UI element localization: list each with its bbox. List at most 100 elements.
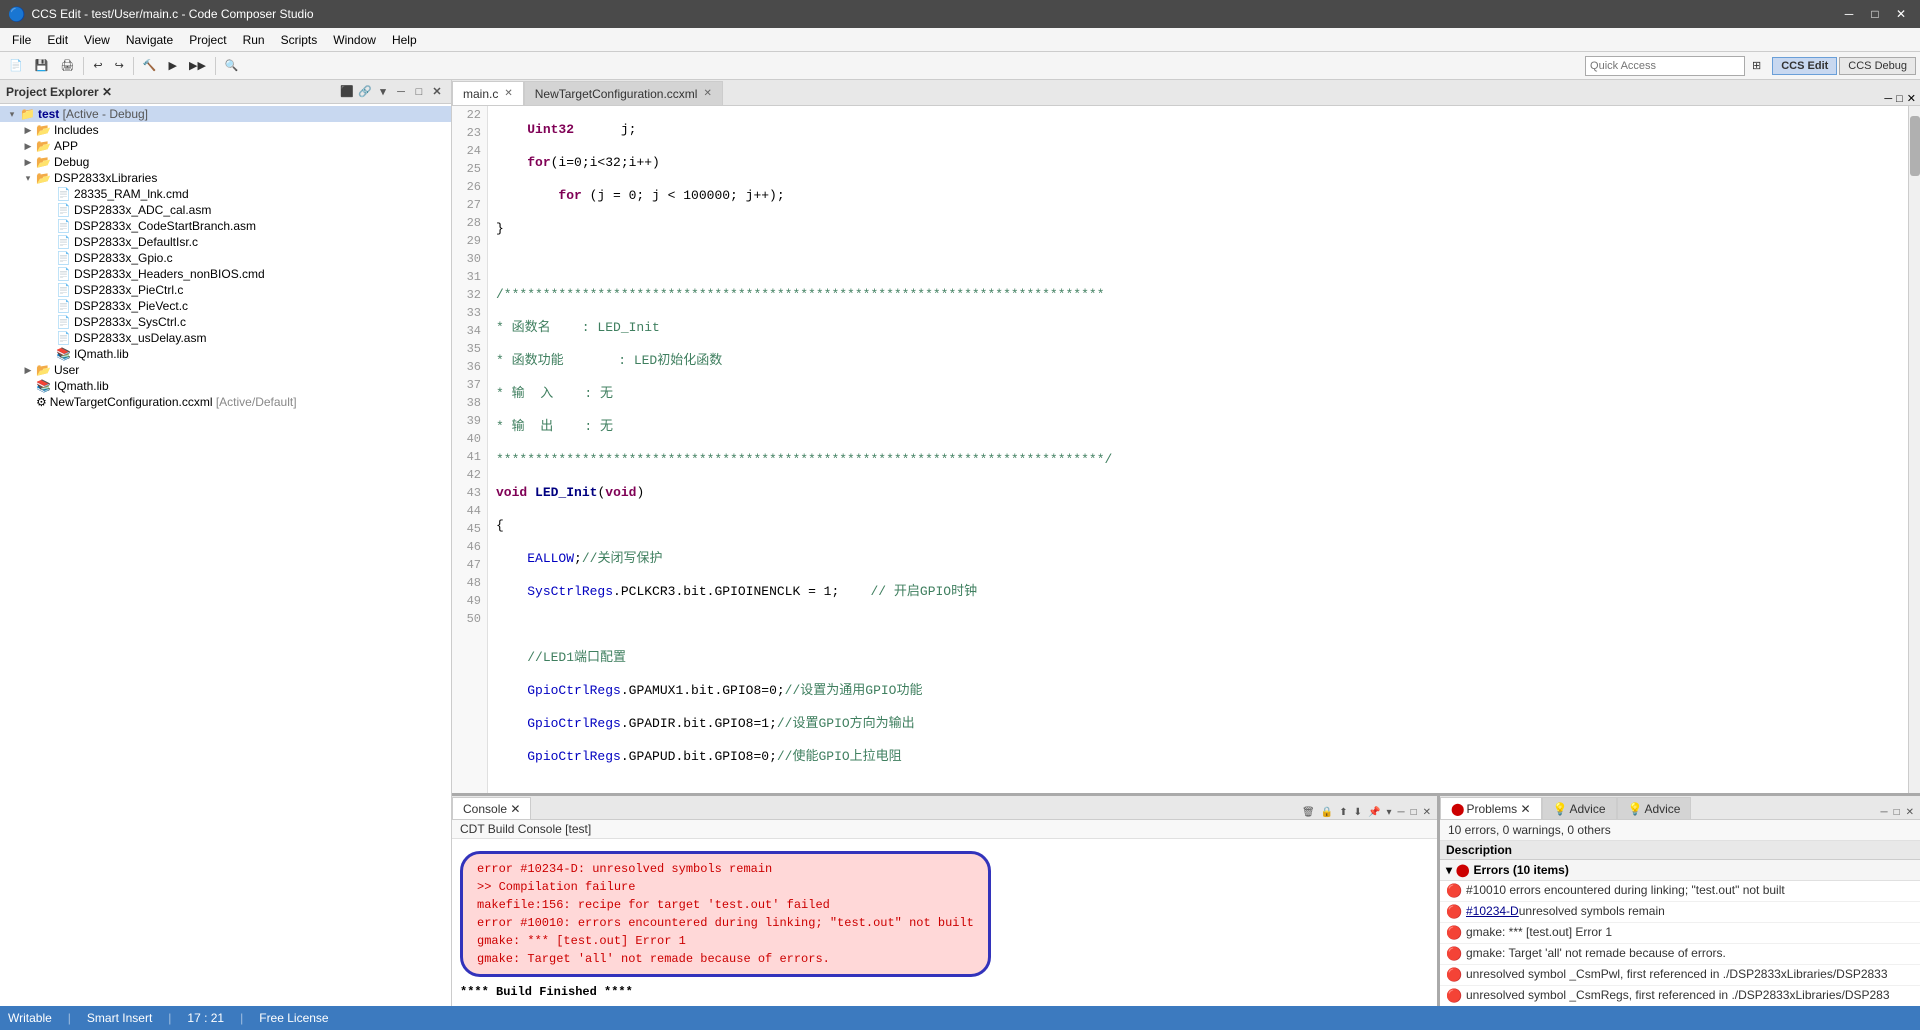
tab-mainc-close[interactable]: ✕ — [504, 88, 512, 99]
errors-group[interactable]: ▾ ⬤ Errors (10 items) — [1440, 860, 1920, 881]
tree-item-newtarget[interactable]: ⚙ NewTargetConfiguration.ccxml [Active/D… — [0, 394, 451, 410]
tree-item-headers[interactable]: 📄 DSP2833x_Headers_nonBIOS.cmd — [0, 266, 451, 282]
menu-help[interactable]: Help — [384, 31, 425, 49]
run-button[interactable]: ▶▶ — [184, 56, 211, 75]
editor-minimize-button[interactable]: ─ — [1884, 93, 1892, 105]
console-error-5: gmake: *** [test.out] Error 1 — [477, 932, 974, 950]
problems-close-button[interactable]: ✕ — [1904, 806, 1916, 819]
tree-item-gpio[interactable]: 📄 DSP2833x_Gpio.c — [0, 250, 451, 266]
prob-link-10234[interactable]: #10234-D — [1466, 904, 1519, 918]
editor-close-button[interactable]: ✕ — [1907, 92, 1916, 105]
maximize-button[interactable]: □ — [1864, 5, 1886, 23]
tree-item-iqmath-sub[interactable]: 📚 IQmath.lib — [0, 346, 451, 362]
editor-maximize-button[interactable]: □ — [1896, 93, 1903, 105]
menu-view[interactable]: View — [76, 31, 118, 49]
link-editor-button[interactable]: 🔗 — [357, 84, 373, 100]
tree-toggle-dsplib[interactable]: ▾ — [20, 173, 36, 184]
grid-view-button[interactable]: ⊞ — [1747, 56, 1766, 75]
save-button[interactable]: 💾 — [30, 56, 54, 75]
tree-toggle-root[interactable]: ▾ — [4, 109, 20, 120]
tree-item-28335ram[interactable]: 📄 28335_RAM_lnk.cmd — [0, 186, 451, 202]
prob-item-1[interactable]: 🔴 #10010 errors encountered during linki… — [1440, 881, 1920, 902]
problems-tab[interactable]: ⬤ Problems ✕ — [1440, 797, 1542, 819]
code-content[interactable]: Uint32 j; for(i=0;i<32;i++) for (j = 0; … — [488, 106, 1908, 793]
panel-menu-button[interactable]: ▾ — [375, 84, 391, 100]
redo-button[interactable]: ↪ — [110, 56, 129, 75]
menu-scripts[interactable]: Scripts — [273, 31, 326, 49]
build-button[interactable]: 🔨 — [138, 56, 162, 75]
menu-bar: File Edit View Navigate Project Run Scri… — [0, 28, 1920, 52]
tree-item-pievect[interactable]: 📄 DSP2833x_PieVect.c — [0, 298, 451, 314]
errors-group-toggle[interactable]: ▾ — [1446, 863, 1452, 877]
tree-item-piectrl[interactable]: 📄 DSP2833x_PieCtrl.c — [0, 282, 451, 298]
tree-root-test[interactable]: ▾ 📁 test [Active - Debug] — [0, 106, 451, 122]
console-close-button[interactable]: ✕ — [1421, 806, 1433, 819]
console-scroll-lock-button[interactable]: 🔒 — [1319, 806, 1335, 819]
prob-item-4[interactable]: 🔴 gmake: Target 'all' not remade because… — [1440, 944, 1920, 965]
console-tab[interactable]: Console ✕ — [452, 797, 531, 819]
panel-maximize-button[interactable]: □ — [411, 84, 427, 100]
panel-close-button[interactable]: ✕ — [429, 84, 445, 100]
console-scroll-down-button[interactable]: ⬇ — [1352, 806, 1364, 819]
tree-item-adc[interactable]: 📄 DSP2833x_ADC_cal.asm — [0, 202, 451, 218]
menu-edit[interactable]: Edit — [39, 31, 76, 49]
menu-project[interactable]: Project — [181, 31, 234, 49]
console-menu-button[interactable]: ▾ — [1384, 806, 1393, 819]
prob-text-1: #10010 errors encountered during linking… — [1466, 883, 1785, 897]
console-scroll-up-button[interactable]: ⬆ — [1337, 806, 1349, 819]
console-title-bar: CDT Build Console [test] — [452, 820, 1437, 839]
menu-run[interactable]: Run — [235, 31, 273, 49]
editor-vscroll-thumb[interactable] — [1910, 116, 1920, 176]
minimize-button[interactable]: ─ — [1838, 5, 1860, 23]
ccs-debug-perspective-button[interactable]: CCS Debug — [1839, 57, 1916, 75]
console-output[interactable]: error #10234-D: unresolved symbols remai… — [452, 839, 1437, 1006]
code-line-39: GpioCtrlRegs.GPAMUX1.bit.GPIO8=0;//设置为通用… — [496, 682, 1900, 700]
tree-item-defaultisr[interactable]: 📄 DSP2833x_DefaultIsr.c — [0, 234, 451, 250]
console-minimize-button[interactable]: ─ — [1395, 806, 1406, 819]
print-button[interactable]: 🖨 — [55, 56, 79, 75]
problems-tab-icon: ⬤ — [1451, 802, 1464, 816]
tab-newtarget[interactable]: NewTargetConfiguration.ccxml ✕ — [524, 81, 723, 105]
tree-item-debug[interactable]: ▶ 📂 Debug — [0, 154, 451, 170]
tree-item-iqmath[interactable]: 📚 IQmath.lib — [0, 378, 451, 394]
quick-access-input[interactable] — [1585, 56, 1745, 76]
advice-tab-2[interactable]: 💡 Advice — [1617, 797, 1692, 819]
menu-window[interactable]: Window — [325, 31, 384, 49]
prob-item-5[interactable]: 🔴 unresolved symbol _CsmPwl, first refer… — [1440, 965, 1920, 986]
prob-item-6[interactable]: 🔴 unresolved symbol _CsmRegs, first refe… — [1440, 986, 1920, 1006]
tree-item-codestart[interactable]: 📄 DSP2833x_CodeStartBranch.asm — [0, 218, 451, 234]
editor-vscroll[interactable] — [1908, 106, 1920, 793]
prob-item-3[interactable]: 🔴 gmake: *** [test.out] Error 1 — [1440, 923, 1920, 944]
close-button[interactable]: ✕ — [1890, 5, 1912, 23]
menu-file[interactable]: File — [4, 31, 39, 49]
tree-item-user[interactable]: ▶ 📂 User — [0, 362, 451, 378]
search-button[interactable]: 🔍 — [220, 56, 244, 75]
console-clear-button[interactable]: 🗑 — [1300, 806, 1317, 819]
console-pin-button[interactable]: 📌 — [1366, 806, 1382, 819]
tree-item-app[interactable]: ▶ 📂 APP — [0, 138, 451, 154]
tree-toggle-debug[interactable]: ▶ — [20, 157, 36, 168]
problems-minimize-button[interactable]: ─ — [1878, 806, 1889, 819]
collapse-all-button[interactable]: ⬛ — [339, 84, 355, 100]
advice-tab-1[interactable]: 💡 Advice — [1542, 797, 1617, 819]
menu-navigate[interactable]: Navigate — [118, 31, 181, 49]
code-editor[interactable]: 22 23 24 25 26 27 28 29 30 31 32 33 34 3… — [452, 106, 1920, 793]
tree-toggle-app[interactable]: ▶ — [20, 141, 36, 152]
tree-item-dsplib[interactable]: ▾ 📂 DSP2833xLibraries — [0, 170, 451, 186]
problems-maximize-button[interactable]: □ — [1892, 806, 1902, 819]
prob-item-2[interactable]: 🔴 #10234-D unresolved symbols remain — [1440, 902, 1920, 923]
tab-mainc[interactable]: main.c ✕ — [452, 81, 524, 105]
tree-item-usdelay[interactable]: 📄 DSP2833x_usDelay.asm — [0, 330, 451, 346]
new-button[interactable]: 📄 — [4, 56, 28, 75]
errors-group-icon: ⬤ — [1456, 863, 1469, 877]
undo-button[interactable]: ↩ — [88, 56, 107, 75]
console-maximize-button[interactable]: □ — [1409, 806, 1419, 819]
panel-minimize-button[interactable]: ─ — [393, 84, 409, 100]
tree-toggle-user[interactable]: ▶ — [20, 365, 36, 376]
tree-item-includes[interactable]: ▶ 📂 Includes — [0, 122, 451, 138]
tree-toggle-includes[interactable]: ▶ — [20, 125, 36, 136]
ccs-edit-perspective-button[interactable]: CCS Edit — [1772, 57, 1837, 75]
tab-newtarget-close[interactable]: ✕ — [703, 88, 711, 99]
debug-button[interactable]: ▶ — [164, 56, 182, 75]
tree-item-sysctrl[interactable]: 📄 DSP2833x_SysCtrl.c — [0, 314, 451, 330]
